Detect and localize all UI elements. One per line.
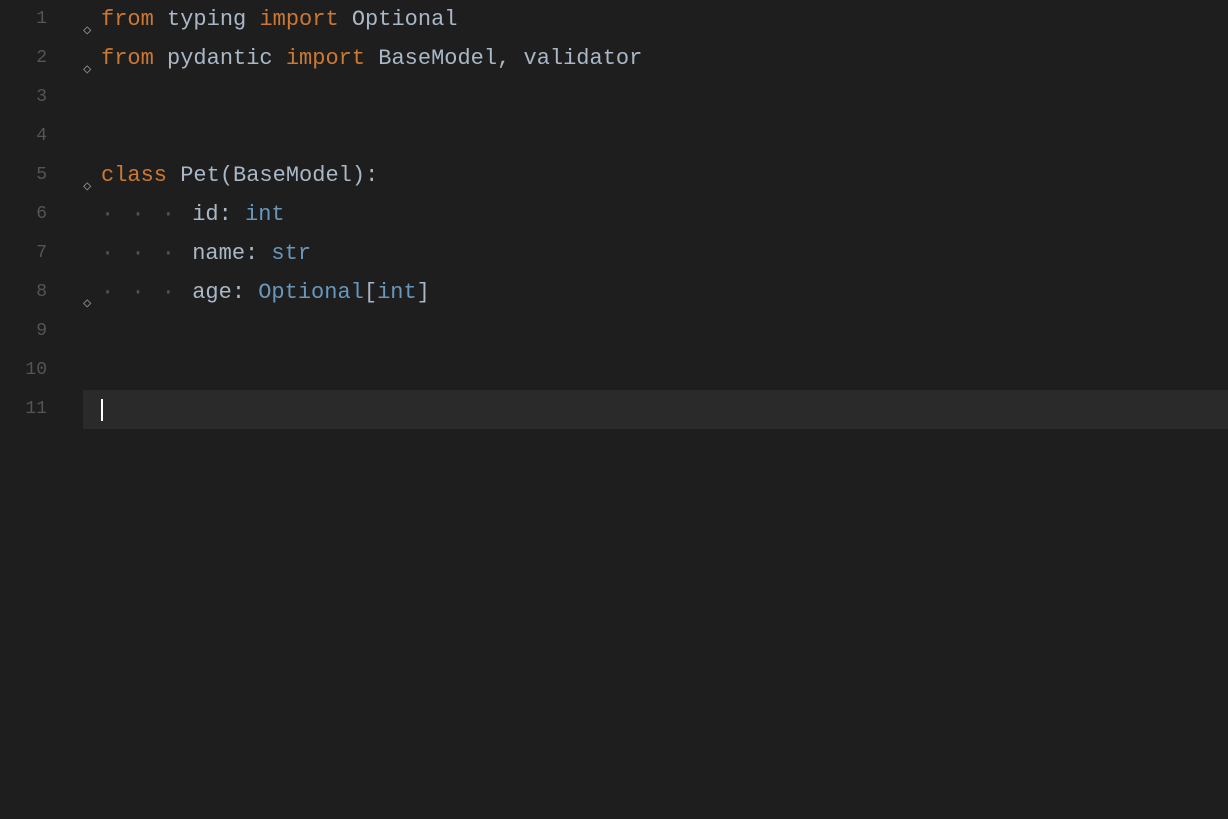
- token: int: [232, 195, 285, 234]
- code-line-7: · · · name: str: [83, 234, 1228, 273]
- fold-icon-2[interactable]: ◇: [83, 51, 99, 67]
- line-number-2: 2: [0, 39, 57, 78]
- fold-placeholder-6: [83, 195, 101, 234]
- code-line-4: [83, 117, 1228, 156]
- token: name: [192, 234, 245, 273]
- token: [: [364, 273, 377, 312]
- line-number-3: 3: [0, 78, 57, 117]
- text-cursor: [101, 399, 103, 421]
- token: BaseModel: [365, 39, 497, 78]
- fold-placeholder-11: [83, 390, 101, 429]
- token: :: [219, 195, 232, 234]
- fold-placeholder-4: [83, 117, 101, 156]
- token: pydantic: [154, 39, 286, 78]
- line-number-9: 9: [0, 312, 57, 351]
- fold-placeholder-7: [83, 234, 101, 273]
- fold-placeholder-3: [83, 78, 101, 117]
- code-line-1: ◇from typing import Optional: [83, 0, 1228, 39]
- code-editor: 1234567891011 ◇from typing import Option…: [0, 0, 1228, 819]
- token: typing: [154, 0, 260, 39]
- token: from: [101, 0, 154, 39]
- token: import: [259, 0, 338, 39]
- fold-icon-1[interactable]: ◇: [83, 12, 99, 28]
- token: ,: [497, 39, 510, 78]
- token: Optional: [339, 0, 458, 39]
- line-number-1: 1: [0, 0, 57, 39]
- code-line-11: [83, 390, 1228, 429]
- token: :: [365, 156, 378, 195]
- code-line-9: [83, 312, 1228, 351]
- token: :: [232, 273, 245, 312]
- code-line-8: ◇· · · age: Optional[int]: [83, 273, 1228, 312]
- code-area[interactable]: ◇from typing import Optional◇from pydant…: [75, 0, 1228, 819]
- token: ]: [417, 273, 430, 312]
- token: :: [245, 234, 258, 273]
- line-number-11: 11: [0, 390, 57, 429]
- line-number-10: 10: [0, 351, 57, 390]
- line-number-6: 6: [0, 195, 57, 234]
- token: Optional: [245, 273, 364, 312]
- fold-icon-8[interactable]: ◇: [83, 285, 99, 301]
- code-line-10: [83, 351, 1228, 390]
- code-line-6: · · · id: int: [83, 195, 1228, 234]
- code-line-5: ◇class Pet(BaseModel):: [83, 156, 1228, 195]
- token: class: [101, 156, 167, 195]
- indent-dots: · · ·: [101, 195, 192, 234]
- code-line-3: [83, 78, 1228, 117]
- fold-placeholder-9: [83, 312, 101, 351]
- fold-icon-5[interactable]: ◇: [83, 168, 99, 184]
- code-line-2: ◇from pydantic import BaseModel, validat…: [83, 39, 1228, 78]
- token: Pet: [167, 156, 220, 195]
- line-number-7: 7: [0, 234, 57, 273]
- token: age: [192, 273, 232, 312]
- token: validator: [510, 39, 642, 78]
- line-numbers: 1234567891011: [0, 0, 75, 819]
- token: int: [377, 273, 417, 312]
- fold-placeholder-10: [83, 351, 101, 390]
- token: from: [101, 39, 154, 78]
- token: id: [192, 195, 218, 234]
- line-number-5: 5: [0, 156, 57, 195]
- indent-dots: · · ·: [101, 273, 192, 312]
- line-number-8: 8: [0, 273, 57, 312]
- token: (BaseModel): [220, 156, 365, 195]
- token: import: [286, 39, 365, 78]
- indent-dots: · · ·: [101, 234, 192, 273]
- line-number-4: 4: [0, 117, 57, 156]
- token: str: [258, 234, 311, 273]
